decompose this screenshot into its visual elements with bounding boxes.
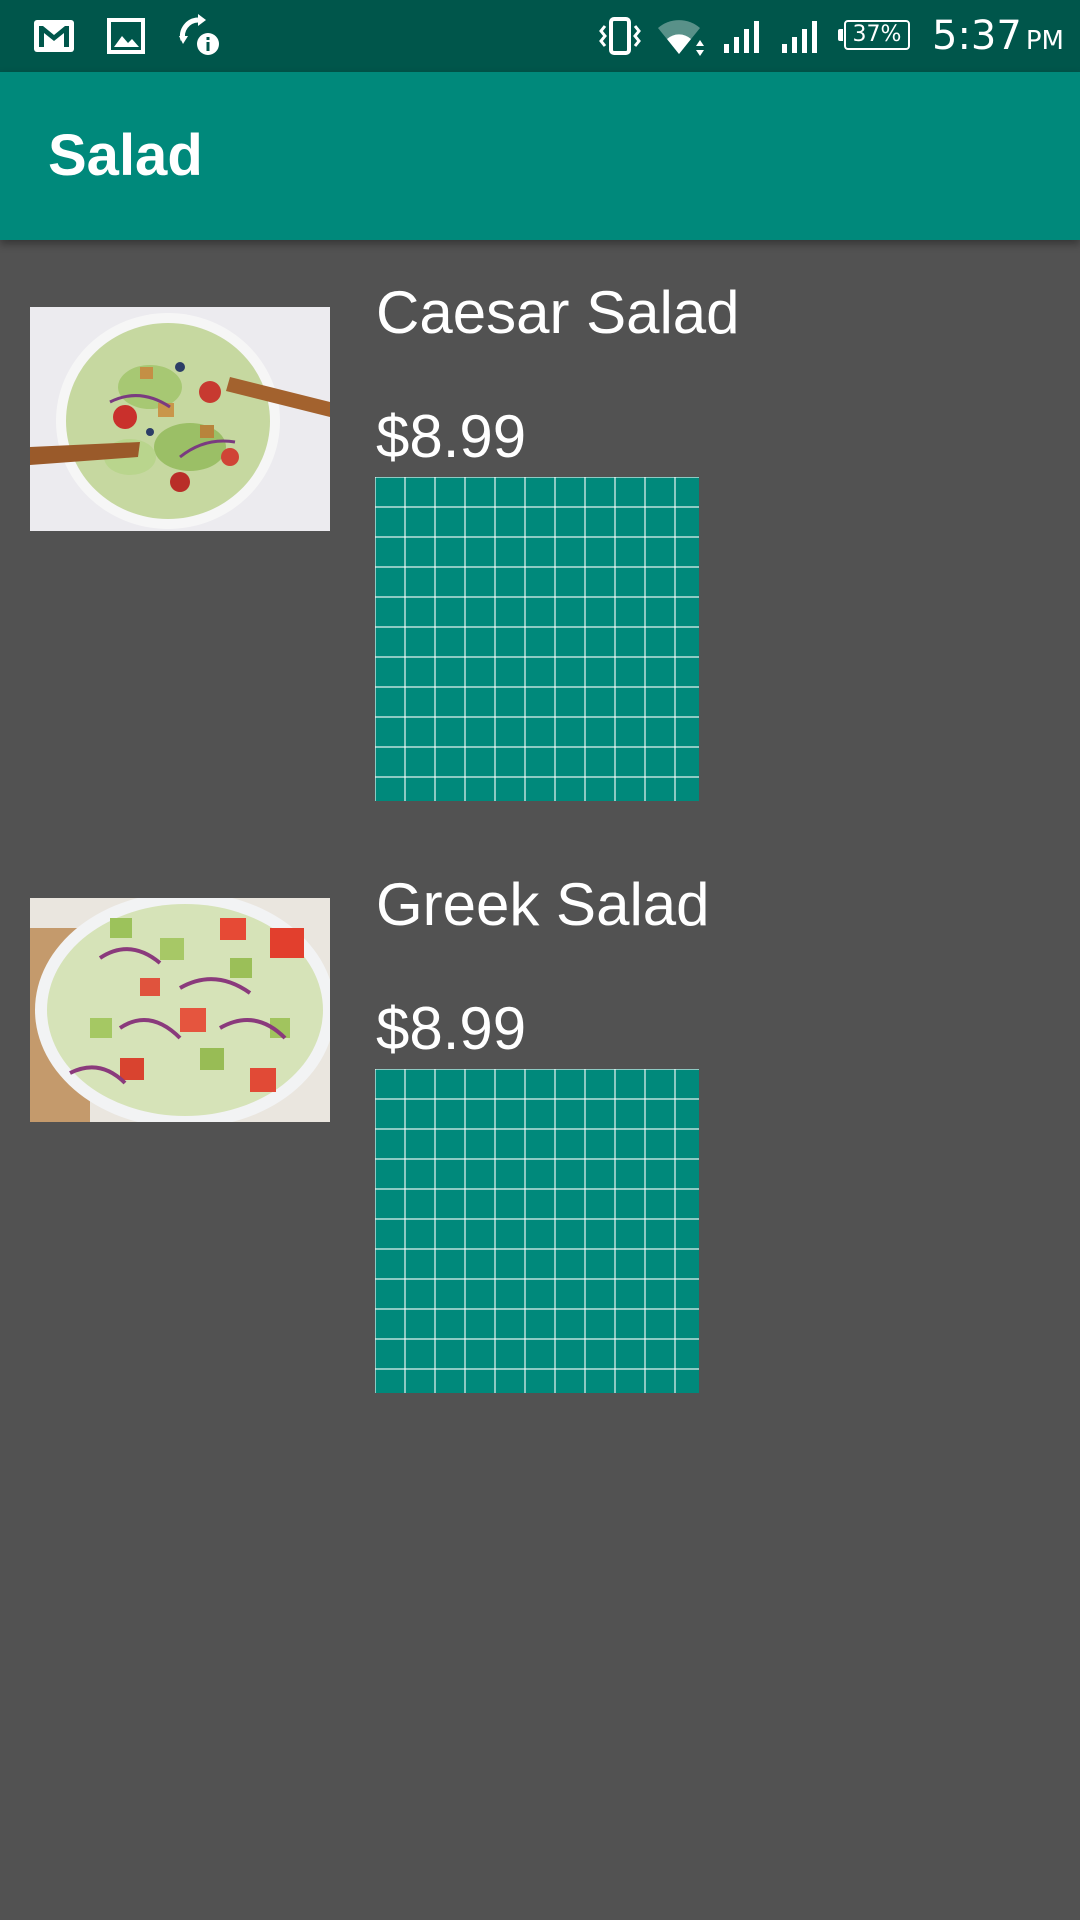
item-name: Caesar Salad: [376, 279, 740, 346]
gmail-icon: [34, 20, 74, 52]
item-name: Greek Salad: [376, 871, 710, 938]
item-price: $8.99: [376, 995, 527, 1062]
list-item[interactable]: Greek Salad $8.99: [0, 862, 1080, 1422]
vibrate-icon: [599, 17, 641, 55]
sync-info-icon: [179, 14, 219, 55]
grid-image-placeholder[interactable]: [375, 1069, 699, 1393]
clock-time: 5:37: [932, 13, 1022, 59]
signal-icon: [724, 21, 759, 53]
wifi-icon: [658, 20, 704, 56]
battery-level: 37%: [852, 22, 902, 47]
greek-salad-image[interactable]: [30, 898, 330, 1122]
clock-ampm: PM: [1025, 26, 1064, 56]
list-item[interactable]: Caesar Salad $8.99: [0, 270, 1080, 830]
caesar-salad-image[interactable]: [30, 307, 330, 531]
caesar-salad-photo: [30, 307, 330, 531]
gallery-icon: [107, 18, 145, 54]
app-bar: Salad: [0, 72, 1080, 240]
signal-icon: [782, 21, 817, 53]
page-title: Salad: [48, 123, 203, 188]
greek-salad-photo: [30, 898, 330, 1122]
status-clock: 5:37 PM: [932, 12, 1064, 65]
battery-icon: 37%: [838, 20, 910, 50]
status-bar: 37% 5:37 PM: [0, 0, 1080, 72]
item-price: $8.99: [376, 403, 527, 470]
grid-image-placeholder[interactable]: [375, 477, 699, 801]
